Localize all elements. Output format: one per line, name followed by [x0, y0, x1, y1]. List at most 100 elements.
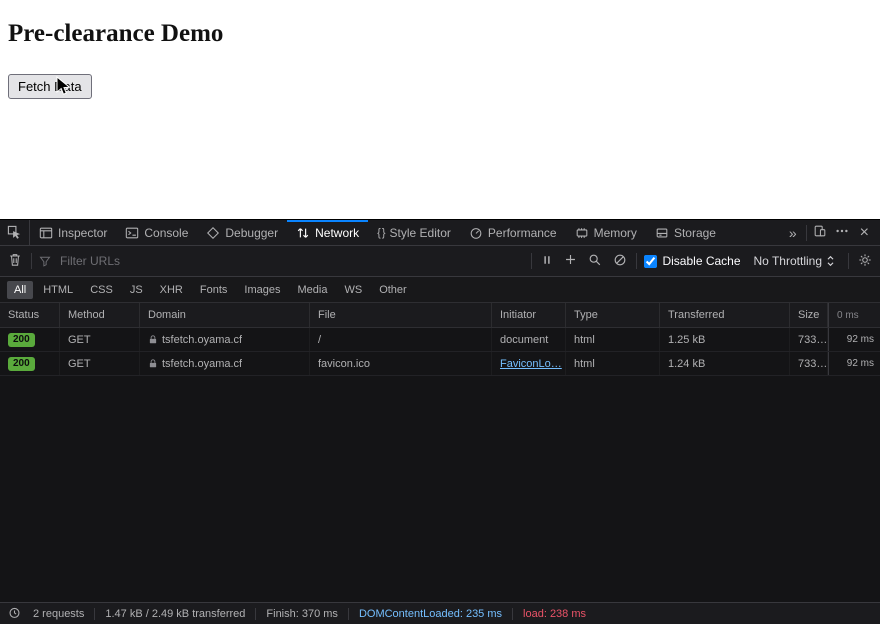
clear-requests-button[interactable] [6, 250, 24, 272]
transferred-cell: 1.25 kB [660, 328, 790, 351]
tab-label: Console [144, 225, 189, 240]
memory-icon [575, 226, 589, 240]
pause-traffic-button[interactable] [539, 252, 555, 271]
tab-memory[interactable]: Memory [566, 220, 646, 245]
filter-xhr[interactable]: XHR [153, 281, 190, 299]
tab-network[interactable]: Network [287, 220, 369, 245]
status-cell: 200 [0, 352, 60, 375]
header-transferred[interactable]: Transferred [660, 303, 790, 327]
filter-fonts[interactable]: Fonts [193, 281, 235, 299]
debugger-icon [206, 226, 220, 240]
status-badge: 200 [8, 332, 35, 347]
search-button[interactable] [586, 251, 604, 272]
request-row[interactable]: 200 GET tsfetch.oyama.cf favicon.ico Fav… [0, 352, 880, 376]
header-timeline[interactable]: 0 ms [828, 303, 880, 327]
filter-html[interactable]: HTML [36, 281, 80, 299]
filter-all[interactable]: All [7, 280, 34, 299]
header-file[interactable]: File [310, 303, 492, 327]
pick-element-button[interactable] [0, 220, 30, 245]
block-requests-button[interactable] [611, 251, 629, 272]
network-settings-button[interactable] [856, 251, 874, 272]
filter-media[interactable]: Media [290, 281, 334, 299]
tabbar-right-controls: » × [778, 220, 880, 245]
lock-icon [148, 358, 158, 369]
tab-console[interactable]: Console [116, 220, 197, 245]
filter-funnel-icon [39, 255, 51, 267]
header-method[interactable]: Method [60, 303, 140, 327]
request-table: Status Method Domain File Initiator Type… [0, 303, 880, 602]
tab-label: Inspector [58, 225, 108, 240]
filter-images[interactable]: Images [237, 281, 287, 299]
console-icon [125, 226, 139, 240]
method-cell: GET [60, 328, 140, 351]
pause-icon [541, 254, 553, 266]
trash-icon [8, 252, 22, 267]
header-status[interactable]: Status [0, 303, 60, 327]
updown-arrows-icon [826, 255, 835, 267]
meatball-menu-icon [835, 224, 849, 238]
tab-debugger[interactable]: Debugger [197, 220, 287, 245]
size-cell: 733… [790, 352, 828, 375]
transfer-summary: 1.47 kB / 2.49 kB transferred [105, 607, 246, 620]
devtools-tabbar: Inspector Console Debugger Network { } S… [0, 220, 880, 246]
transferred-cell: 1.24 kB [660, 352, 790, 375]
header-domain[interactable]: Domain [140, 303, 310, 327]
filter-urls-input[interactable] [58, 253, 525, 269]
status-badge: 200 [8, 356, 35, 371]
timing-cell: 92 ms [828, 328, 880, 351]
element-picker-icon [7, 225, 22, 240]
type-cell: html [566, 352, 660, 375]
tab-inspector[interactable]: Inspector [30, 220, 116, 245]
tab-storage[interactable]: Storage [646, 220, 725, 245]
fetch-data-button[interactable]: Fetch Data [8, 74, 92, 99]
header-initiator[interactable]: Initiator [492, 303, 566, 327]
responsive-device-icon [813, 224, 827, 238]
filter-other[interactable]: Other [372, 281, 414, 299]
responsive-design-mode-button[interactable] [811, 222, 829, 243]
initiator-link[interactable]: FaviconLo… [500, 358, 562, 370]
network-toolbar: Disable Cache No Throttling [0, 246, 880, 277]
file-cell: / [310, 328, 492, 351]
performance-analysis-button[interactable] [6, 604, 23, 624]
web-page: Pre-clearance Demo Fetch Data [0, 0, 880, 219]
throttling-select[interactable]: No Throttling [748, 251, 841, 271]
stopwatch-icon [8, 606, 21, 619]
type-cell: html [566, 328, 660, 351]
initiator-cell: FaviconLo… [492, 352, 566, 375]
domain-text: tsfetch.oyama.cf [162, 333, 243, 346]
file-cell: favicon.ico [310, 352, 492, 375]
header-type[interactable]: Type [566, 303, 660, 327]
request-count: 2 requests [33, 607, 85, 620]
separator [636, 253, 638, 269]
load-time: load: 238 ms [523, 607, 587, 620]
filter-css[interactable]: CSS [83, 281, 120, 299]
gear-icon [858, 253, 872, 267]
tab-label: Performance [487, 225, 557, 240]
filter-ws[interactable]: WS [337, 281, 369, 299]
tab-label: Network [315, 225, 360, 240]
new-request-button[interactable] [562, 251, 579, 271]
mouse-cursor-icon [56, 75, 71, 102]
tab-style-editor[interactable]: { } Style Editor [368, 220, 460, 245]
plus-icon [564, 253, 577, 266]
tab-label: Debugger [225, 225, 279, 240]
meatball-menu-button[interactable] [833, 222, 851, 243]
disable-cache-checkbox[interactable] [644, 254, 658, 268]
domcontentloaded-time: DOMContentLoaded: 235 ms [358, 607, 503, 620]
separator [31, 253, 32, 269]
close-devtools-button[interactable]: × [855, 224, 874, 242]
throttling-value: No Throttling [753, 254, 822, 268]
request-row[interactable]: 200 GET tsfetch.oyama.cf / document html… [0, 328, 880, 352]
domain-text: tsfetch.oyama.cf [162, 357, 243, 370]
disable-cache-label: Disable Cache [662, 254, 741, 268]
tab-performance[interactable]: Performance [460, 220, 566, 245]
filter-js[interactable]: JS [123, 281, 150, 299]
style-editor-icon: { } [377, 226, 385, 239]
more-tabs-button[interactable]: » [784, 225, 802, 241]
table-header-row: Status Method Domain File Initiator Type… [0, 303, 880, 328]
network-statusbar: 2 requests 1.47 kB / 2.49 kB transferred… [0, 602, 880, 624]
block-icon [613, 253, 627, 267]
header-size[interactable]: Size [790, 303, 828, 327]
performance-icon [469, 226, 483, 240]
search-icon [588, 253, 602, 267]
